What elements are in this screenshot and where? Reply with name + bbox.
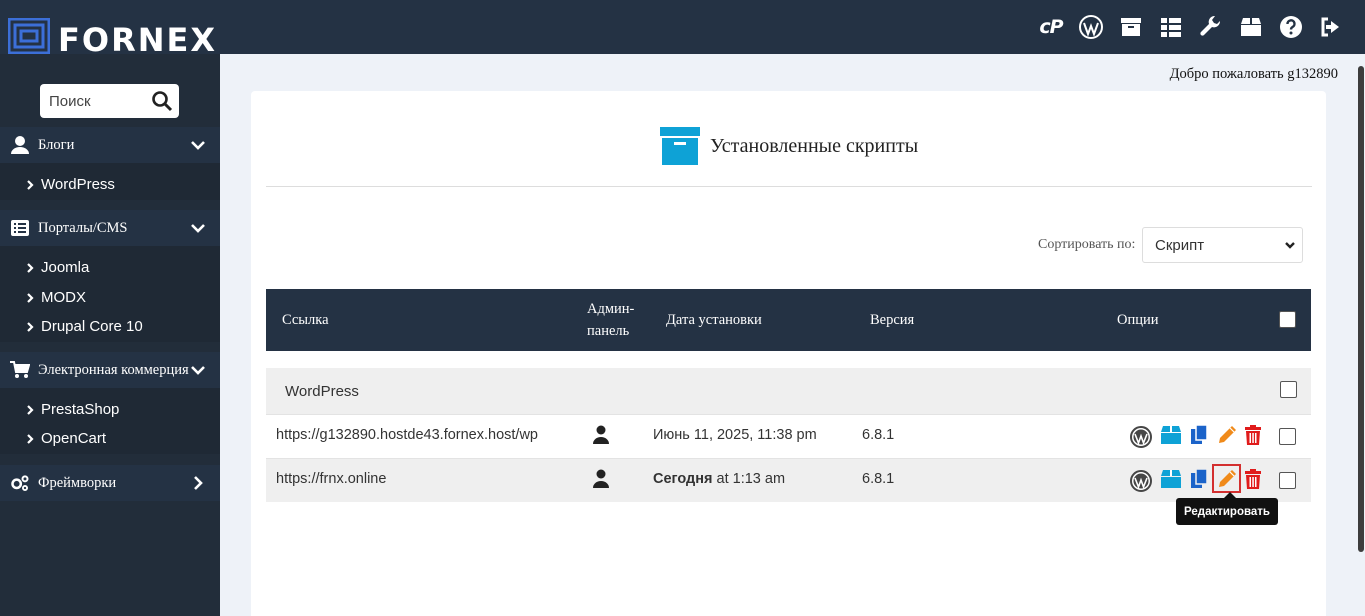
- version: 6.8.1: [862, 427, 895, 443]
- page-title: Установленные скрипты: [660, 127, 918, 165]
- list-icon[interactable]: [1151, 12, 1191, 42]
- chevron-down-icon: [1285, 242, 1295, 249]
- edit-pencil-icon[interactable]: [1216, 468, 1238, 490]
- box-icon[interactable]: [1231, 12, 1271, 42]
- table-header: Ссылка Админ- панель Дата установки Верс…: [266, 289, 1311, 351]
- chevron-down-icon: [191, 141, 205, 150]
- list-icon: [11, 220, 29, 236]
- sidebar-item-drupal[interactable]: Drupal Core 10: [0, 312, 220, 341]
- col-admin-2: панель: [587, 323, 630, 339]
- chevron-right-icon: [27, 404, 34, 415]
- install-link[interactable]: https://g132890.hostde43.fornex.host/wp: [276, 427, 538, 443]
- col-link: Ссылка: [282, 312, 329, 328]
- chevron-right-icon: [27, 292, 34, 303]
- sidebar-category-frameworks[interactable]: Фреймворки: [0, 465, 220, 501]
- chevron-down-icon: [191, 224, 205, 233]
- row-checkbox[interactable]: [1279, 428, 1296, 445]
- version: 6.8.1: [862, 471, 895, 487]
- divider: [266, 186, 1312, 187]
- search-input[interactable]: [49, 92, 149, 110]
- wordpress-icon[interactable]: [1071, 12, 1111, 42]
- cpanel-icon[interactable]: cP: [1031, 12, 1071, 42]
- category-label: Порталы/CMS: [38, 219, 128, 236]
- group-row-wordpress: WordPress: [266, 368, 1311, 414]
- help-icon[interactable]: [1271, 12, 1311, 42]
- search-box: [40, 84, 179, 118]
- category-label: Блоги: [38, 136, 75, 153]
- scrollbar-thumb[interactable]: [1358, 66, 1364, 552]
- sort-label: Сортировать по:: [1038, 237, 1136, 252]
- chevron-right-icon: [27, 262, 34, 273]
- sidebar-item-joomla[interactable]: Joomla: [0, 253, 220, 282]
- sidebar-category-ecommerce[interactable]: Электронная коммерция: [0, 352, 220, 388]
- gears-icon: [11, 475, 29, 491]
- sort-select[interactable]: Скрипт: [1142, 227, 1303, 263]
- table-row: https://frnx.online Сегодня at 1:13 am 6…: [266, 458, 1311, 502]
- delete-trash-icon[interactable]: [1242, 424, 1264, 446]
- col-admin-1: Админ-: [587, 301, 635, 317]
- clone-copy-icon[interactable]: [1188, 468, 1210, 490]
- admin-user-icon[interactable]: [593, 469, 609, 488]
- sidebar-item-wordpress[interactable]: WordPress: [0, 170, 220, 199]
- chevron-right-icon: [27, 433, 34, 444]
- user-icon: [11, 136, 29, 154]
- backup-box-icon[interactable]: [1160, 468, 1182, 490]
- edit-tooltip: Редактировать: [1176, 492, 1278, 525]
- col-options: Опции: [1117, 312, 1159, 328]
- clone-copy-icon[interactable]: [1188, 424, 1210, 446]
- logout-icon[interactable]: [1311, 12, 1351, 42]
- wordpress-icon[interactable]: [1130, 426, 1152, 448]
- category-label: Фреймворки: [38, 474, 117, 491]
- search-icon[interactable]: [151, 90, 173, 112]
- install-date: Сегодня at 1:13 am: [653, 471, 786, 487]
- header-icons: cP: [1031, 12, 1351, 42]
- top-header: FORNEX cP: [0, 0, 1365, 60]
- archive-icon[interactable]: [1111, 12, 1151, 42]
- wrench-icon[interactable]: [1191, 12, 1231, 42]
- row-checkbox[interactable]: [1279, 472, 1296, 489]
- installed-scripts-panel: Установленные скрипты Сортировать по: Ск…: [251, 91, 1326, 616]
- wordpress-icon[interactable]: [1130, 470, 1152, 492]
- backup-box-icon[interactable]: [1160, 424, 1182, 446]
- chevron-right-icon: [194, 476, 203, 490]
- scrollbar[interactable]: [1356, 54, 1365, 616]
- sidebar-item-prestashop[interactable]: PrestaShop: [0, 395, 220, 424]
- col-version: Версия: [870, 312, 915, 328]
- sidebar-item-modx[interactable]: MODX: [0, 283, 220, 312]
- install-link[interactable]: https://frnx.online: [276, 471, 386, 487]
- group-label: WordPress: [285, 383, 359, 400]
- col-date: Дата установки: [666, 312, 762, 328]
- shopping-cart-icon: [10, 361, 30, 378]
- welcome-text: Добро пожаловать g132890: [1169, 66, 1338, 82]
- sidebar: Блоги WordPress Порталы/CMS Joomla MODX …: [0, 54, 220, 616]
- table-row: https://g132890.hostde43.fornex.host/wp …: [266, 414, 1311, 458]
- chevron-right-icon: [27, 179, 34, 190]
- sidebar-item-opencart[interactable]: OpenCart: [0, 424, 220, 453]
- edit-pencil-icon[interactable]: [1216, 424, 1238, 446]
- sidebar-category-portals[interactable]: Порталы/CMS: [0, 210, 220, 246]
- delete-trash-icon[interactable]: [1242, 468, 1264, 490]
- admin-user-icon[interactable]: [593, 425, 609, 444]
- category-label: Электронная коммерция: [38, 361, 189, 378]
- chevron-right-icon: [27, 321, 34, 332]
- chevron-down-icon: [191, 366, 205, 375]
- install-date: Июнь 11, 2025, 11:38 pm: [653, 427, 817, 443]
- archive-icon: [660, 127, 700, 165]
- select-all-checkbox[interactable]: [1279, 311, 1296, 328]
- sidebar-category-blogs[interactable]: Блоги: [0, 127, 220, 163]
- group-checkbox[interactable]: [1280, 381, 1297, 398]
